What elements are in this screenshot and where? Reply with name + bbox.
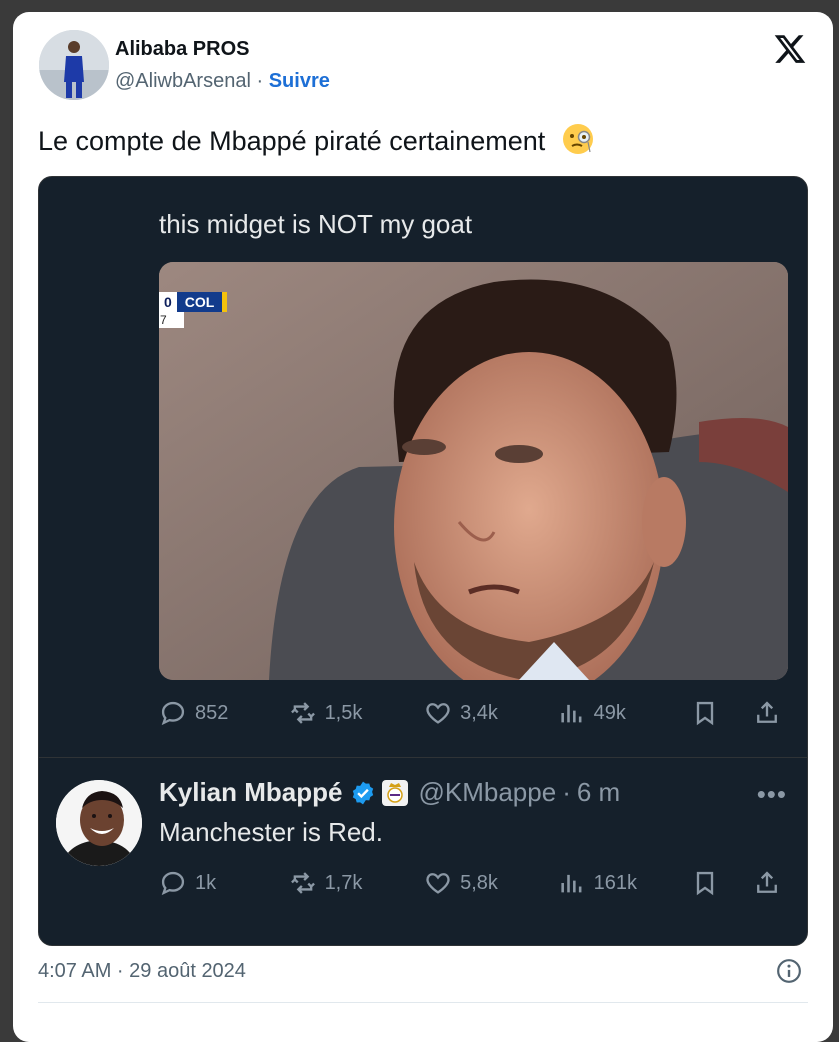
share-icon xyxy=(757,701,777,723)
tweet-timestamp[interactable]: 4:07 AM · 29 août 2024 xyxy=(38,960,246,983)
reply-views-count: 161k xyxy=(593,871,638,894)
author-avatar[interactable] xyxy=(39,30,109,100)
scorebug-score: 0 xyxy=(159,292,177,312)
quoted-post-actions: 852 1,5k 3,4k 49k xyxy=(159,699,789,727)
quoted-post-image[interactable]: 0 COL 7 xyxy=(159,262,788,680)
reply-author-handle[interactable]: @KMbappe xyxy=(418,777,556,808)
more-options-button[interactable]: ••• xyxy=(757,779,787,810)
author-handle-line: @AliwbArsenal · Suivre xyxy=(115,70,330,93)
repost-icon xyxy=(290,872,315,894)
repost-button[interactable]: 1,5k xyxy=(289,699,425,727)
share-icon xyxy=(757,871,777,893)
author-handle[interactable]: @AliwbArsenal xyxy=(115,70,251,92)
verified-badge-icon xyxy=(353,781,374,804)
real-madrid-crest-icon xyxy=(382,779,409,806)
reply-repost-count: 1,7k xyxy=(324,871,363,894)
reply-text: Manchester is Red. xyxy=(159,817,383,847)
reply-repost-button[interactable]: 1,7k xyxy=(289,869,425,897)
reply-bookmark-button[interactable] xyxy=(691,869,753,897)
tweet-card: Alibaba PROS @AliwbArsenal · Suivre Le c… xyxy=(13,12,833,1042)
quoted-post-text: this midget is NOT my goat xyxy=(159,209,473,239)
face-with-monocle-emoji-icon xyxy=(562,124,593,154)
reply-like-button[interactable]: 5,8k xyxy=(424,869,558,897)
tweet-text: Le compte de Mbappé piraté certainement xyxy=(38,126,546,156)
reply-reply-count: 1k xyxy=(195,871,217,894)
reply-time[interactable]: 6 m xyxy=(577,777,620,808)
reply-author-avatar[interactable] xyxy=(56,780,142,866)
reply-reply-button[interactable]: 1k xyxy=(159,869,289,897)
reply-button[interactable]: 852 xyxy=(159,699,289,727)
bookmark-button[interactable] xyxy=(691,699,753,727)
repost-icon xyxy=(290,702,315,724)
scorebug: 0 COL 7 xyxy=(159,292,228,328)
tweet-text-line: Le compte de Mbappé piraté certainement xyxy=(38,122,595,157)
bottom-divider xyxy=(38,1002,808,1003)
views-icon xyxy=(561,874,582,893)
reply-actions: 1k 1,7k 5,8k 161k xyxy=(159,869,789,897)
reply-views-button[interactable]: 161k xyxy=(558,869,692,897)
reply-like-count: 5,8k xyxy=(460,871,498,894)
quoted-post-divider xyxy=(39,757,807,758)
reply-share-button[interactable] xyxy=(753,869,789,897)
reply-icon xyxy=(161,701,185,726)
scorebug-row2: 7 xyxy=(159,312,184,328)
like-button[interactable]: 3,4k xyxy=(424,699,558,727)
like-count: 3,4k xyxy=(460,701,498,724)
scorebug-accent xyxy=(222,292,228,312)
bookmark-icon xyxy=(697,701,714,726)
reply-author-name[interactable]: Kylian Mbappé xyxy=(159,777,342,808)
views-button[interactable]: 49k xyxy=(558,699,692,727)
reply-separator: · xyxy=(562,777,571,807)
like-icon xyxy=(426,703,450,724)
views-count: 49k xyxy=(593,701,626,724)
reply-header: Kylian Mbappé @KMbappe · 6 m xyxy=(159,777,620,808)
reply-count: 852 xyxy=(195,701,229,724)
author-name[interactable]: Alibaba PROS xyxy=(115,38,249,61)
scorebug-team: COL xyxy=(176,292,223,312)
reply-icon xyxy=(161,871,185,896)
like-icon xyxy=(426,873,450,894)
quoted-post[interactable]: this midget is NOT my goat 0 COL 7 852 1… xyxy=(38,176,808,946)
repost-count: 1,5k xyxy=(324,701,363,724)
info-icon[interactable] xyxy=(776,958,802,984)
bookmark-icon xyxy=(697,871,714,896)
x-logo-icon[interactable] xyxy=(773,32,807,66)
handle-separator: · xyxy=(256,70,264,92)
follow-button[interactable]: Suivre xyxy=(269,70,330,92)
share-button[interactable] xyxy=(753,699,789,727)
views-icon xyxy=(561,704,582,723)
